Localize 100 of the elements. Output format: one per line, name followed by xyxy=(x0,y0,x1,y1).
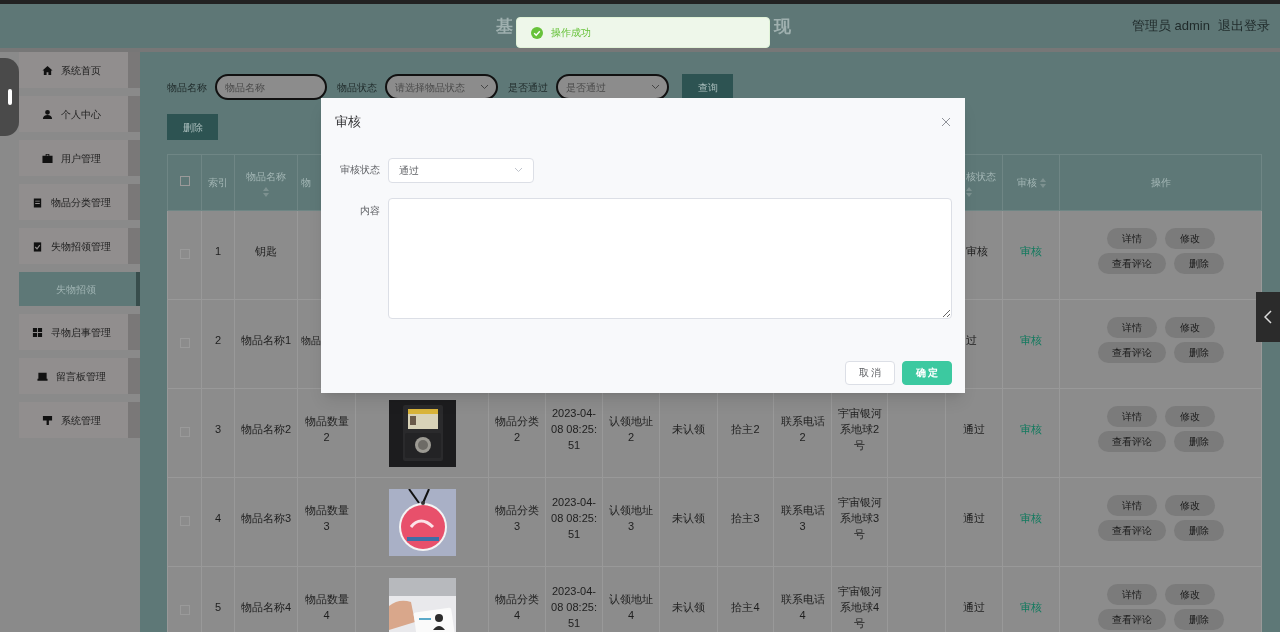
table-cell: 认领地址3 xyxy=(609,504,653,532)
select-field[interactable]: 通过 xyxy=(388,157,534,183)
sidebar-item[interactable]: 失物招领管理 xyxy=(19,228,140,264)
text-area[interactable] xyxy=(388,197,952,319)
table-cell: 2023-04-08 08:25:51 xyxy=(551,407,597,451)
table-cell: 联系电话4 xyxy=(780,593,825,621)
logout-link[interactable]: 退出登录 xyxy=(1218,16,1270,36)
delete-button[interactable]: 删除 xyxy=(167,114,218,140)
table-cell: 未认领 xyxy=(672,423,705,435)
filter-label: 物品状态 xyxy=(337,80,377,95)
table-cell: 物品数量2 xyxy=(304,415,349,443)
action-button[interactable]: 删除 xyxy=(1173,342,1224,363)
field-label: 审核状态 xyxy=(339,162,381,177)
table-cell: 联系电话3 xyxy=(780,504,825,532)
action-button[interactable]: 查看评论 xyxy=(1097,253,1166,274)
table-cell: 4 xyxy=(214,512,222,524)
search-button[interactable]: 查询 xyxy=(682,74,733,100)
action-button[interactable]: 修改 xyxy=(1164,406,1215,427)
action-button[interactable]: 详情 xyxy=(1106,317,1157,338)
action-button[interactable]: 查看评论 xyxy=(1097,342,1166,363)
clipboard-check-icon xyxy=(32,240,43,252)
table-cell: 钥匙 xyxy=(255,245,277,257)
action-button[interactable]: 详情 xyxy=(1106,584,1157,605)
table-cell: 物品数量3 xyxy=(304,504,349,532)
field-label: 内容 xyxy=(359,203,381,218)
table-cell: 宇宙银河系地球2号 xyxy=(837,407,882,451)
chevron-down-icon xyxy=(480,84,489,90)
sidebar-item[interactable]: 物品分类管理 xyxy=(19,184,140,220)
sidebar-item[interactable]: 个人中心 xyxy=(19,96,140,132)
column-header: 索引 xyxy=(208,176,228,190)
action-button[interactable]: 详情 xyxy=(1106,406,1157,427)
table-cell: 通过 xyxy=(963,601,985,613)
table-cell: 物品分类3 xyxy=(495,504,539,532)
close-button[interactable] xyxy=(941,116,951,127)
grid-icon xyxy=(32,326,43,338)
chevron-left-icon xyxy=(1264,310,1272,324)
table-cell: 物品名称1 xyxy=(240,334,292,346)
action-button[interactable]: 删除 xyxy=(1173,431,1224,452)
filter-label: 是否通过 xyxy=(508,80,548,95)
table-cell: 拾主3 xyxy=(731,512,760,524)
briefcase-icon xyxy=(42,152,53,164)
table-cell: 物品名称2 xyxy=(240,423,292,435)
table-cell: 1 xyxy=(214,245,222,257)
table-cell: 通过 xyxy=(963,423,985,435)
cancel-button[interactable]: 取 消 xyxy=(845,360,895,385)
table-cell: 拾主4 xyxy=(731,601,760,613)
table-cell: 审核 xyxy=(966,245,988,257)
sidebar-item[interactable]: 寻物启事管理 xyxy=(19,314,140,350)
clipboard-icon xyxy=(32,196,43,208)
action-button[interactable]: 修改 xyxy=(1164,584,1215,605)
title-text: 基 xyxy=(496,16,513,38)
sidebar-item[interactable]: 系统首页 xyxy=(19,52,140,88)
sort-icon[interactable] xyxy=(1039,177,1046,188)
toast-message: 操作成功 xyxy=(551,26,591,40)
filter-label: 物品名称 xyxy=(167,80,207,95)
title-text: 现 xyxy=(774,16,791,38)
action-button[interactable]: 查看评论 xyxy=(1097,609,1166,630)
action-button[interactable]: 修改 xyxy=(1164,228,1215,249)
user-icon xyxy=(42,108,53,120)
table-cell: 未认领 xyxy=(672,512,705,524)
sort-icon[interactable] xyxy=(263,186,269,197)
table-cell: 联系电话2 xyxy=(780,415,825,443)
sidebar-item[interactable]: 留言板管理 xyxy=(19,358,140,394)
action-button[interactable]: 修改 xyxy=(1164,495,1215,516)
table-cell: 物品名称3 xyxy=(240,512,292,524)
sidebar-handle[interactable] xyxy=(0,58,19,136)
checkbox[interactable] xyxy=(179,176,190,187)
confirm-button[interactable]: 确 定 xyxy=(902,360,952,385)
table-cell: 认领地址2 xyxy=(609,415,653,443)
chevron-down-icon xyxy=(651,84,660,90)
monitor-icon xyxy=(37,370,48,382)
action-button[interactable]: 删除 xyxy=(1173,609,1224,630)
home-icon xyxy=(42,64,53,76)
table-cell: 物品数量4 xyxy=(304,593,349,621)
action-button[interactable]: 删除 xyxy=(1173,253,1224,274)
close-icon xyxy=(942,117,950,126)
column-header: 物 xyxy=(301,176,311,190)
column-header: 核状态 xyxy=(966,169,996,184)
table-cell: 拾主2 xyxy=(731,423,760,435)
action-button[interactable]: 详情 xyxy=(1106,228,1157,249)
table-cell: 未认领 xyxy=(672,601,705,613)
table-cell: 5 xyxy=(214,601,222,613)
table-cell: 物品分类2 xyxy=(495,415,539,443)
table-cell: 过 xyxy=(966,334,977,346)
action-button[interactable]: 查看评论 xyxy=(1097,520,1166,541)
table-cell: 通过 xyxy=(963,512,985,524)
table-cell: 2023-04-08 08:25:51 xyxy=(551,585,597,629)
sidebar-item[interactable]: 用户管理 xyxy=(19,140,140,176)
action-button[interactable]: 查看评论 xyxy=(1097,431,1166,452)
sidebar-item[interactable]: 系统管理 xyxy=(19,402,140,438)
table-cell: 物品分类4 xyxy=(495,593,539,621)
column-header: 操作 xyxy=(1150,176,1171,190)
chevron-down-icon xyxy=(514,167,523,173)
collapse-tab[interactable] xyxy=(1256,292,1280,342)
table-cell: 物品 xyxy=(301,334,321,346)
action-button[interactable]: 修改 xyxy=(1164,317,1215,338)
action-button[interactable]: 详情 xyxy=(1106,495,1157,516)
action-button[interactable]: 删除 xyxy=(1173,520,1224,541)
table-cell: 2023-04-08 08:25:51 xyxy=(551,496,597,540)
table-cell: 宇宙银河系地球3号 xyxy=(837,496,882,540)
